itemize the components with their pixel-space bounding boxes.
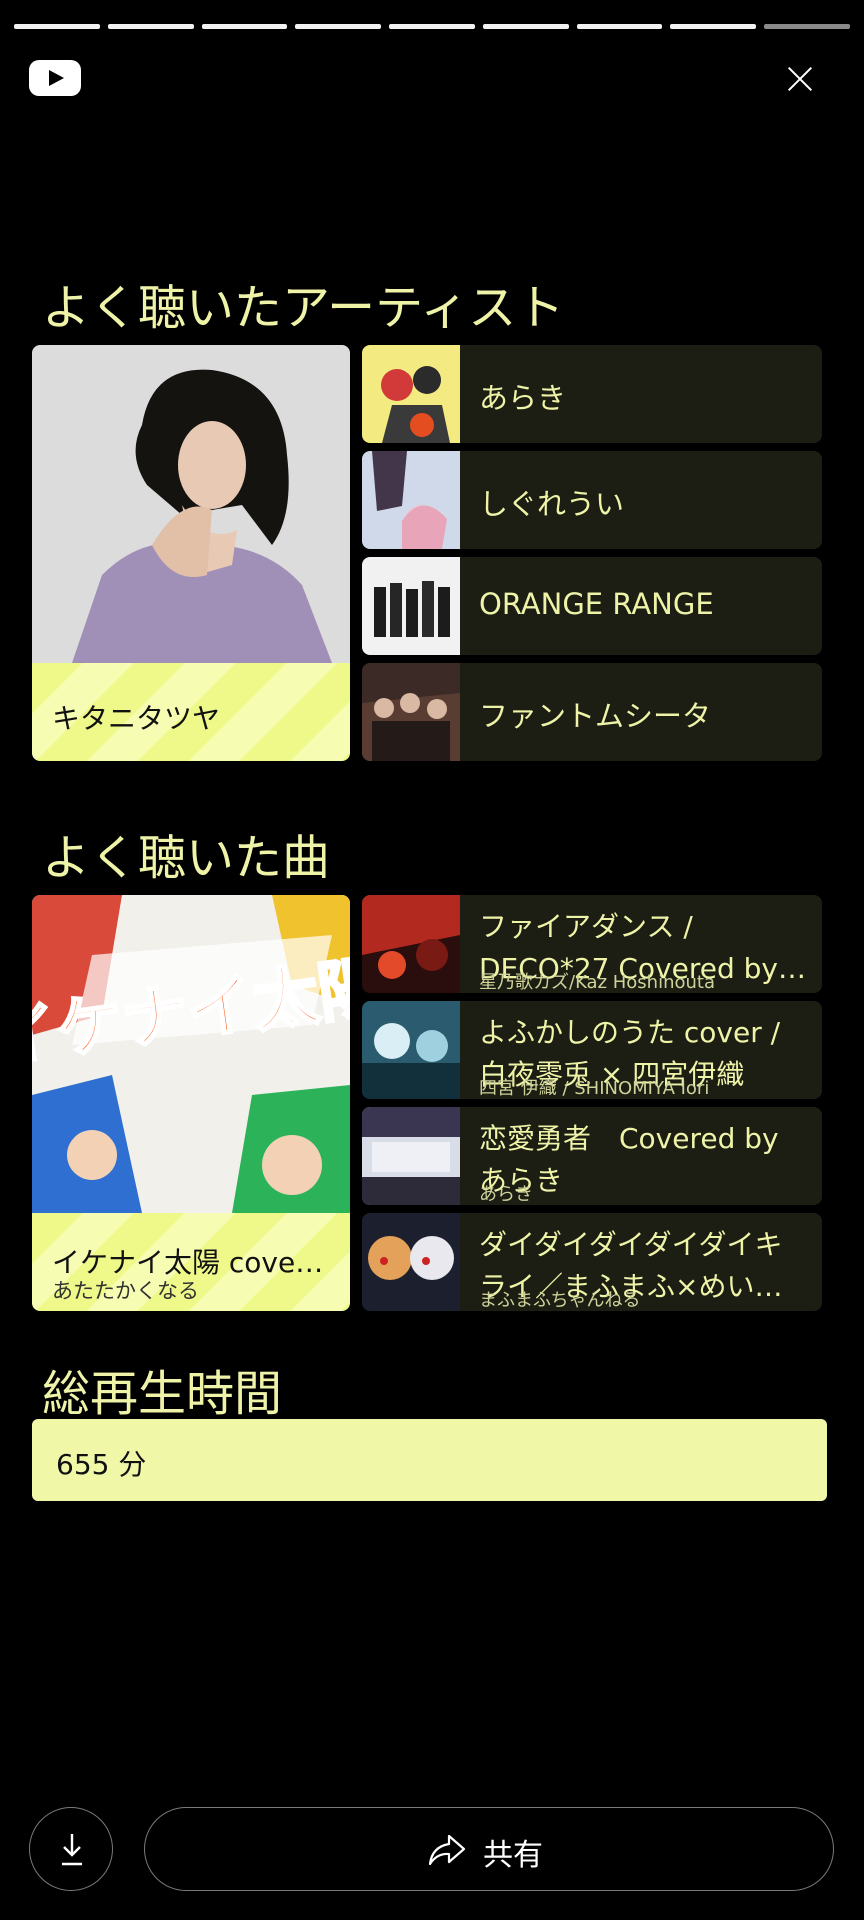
artist-row[interactable]: しぐれうい bbox=[362, 451, 822, 549]
close-icon[interactable] bbox=[780, 59, 820, 99]
progress-segment bbox=[482, 24, 569, 29]
song-title-line1: ファイアダンス / bbox=[479, 910, 693, 943]
song-title-line1: よふかしのうた cover / bbox=[479, 1016, 781, 1049]
total-playtime-title: 総再生時間 bbox=[42, 1366, 283, 1422]
artists-section-title: よく聴いたアーティスト bbox=[42, 280, 565, 336]
song-row[interactable]: 恋愛勇者 Covered by あらき あらき bbox=[362, 1107, 822, 1205]
top-artist-name: キタニタツヤ bbox=[52, 702, 221, 735]
top-song-label-area: イケナイ太陽 cover / あたたかくなる あたたかくなる bbox=[32, 1213, 350, 1311]
top-song-artwork: イケナイ太陽 bbox=[32, 895, 350, 1213]
story-progress-bar bbox=[14, 24, 851, 29]
song-row[interactable]: ダイダイダイダイダイキ ライ／まふまふ×めいちゃん まふまふちゃんねる bbox=[362, 1213, 822, 1311]
download-button[interactable] bbox=[29, 1807, 113, 1891]
song-thumbnail bbox=[362, 1001, 460, 1099]
top-artist-label-area: キタニタツヤ bbox=[32, 663, 350, 761]
share-button[interactable]: 共有 bbox=[144, 1807, 834, 1891]
song-title-line1: 恋愛勇者 Covered by bbox=[479, 1122, 779, 1155]
song-channel: あらき bbox=[479, 1184, 533, 1205]
share-label: 共有 bbox=[483, 1838, 543, 1873]
progress-segment bbox=[389, 24, 475, 29]
song-title-line1: ダイダイダイダイダイキ bbox=[479, 1228, 783, 1261]
artist-row[interactable]: あらき bbox=[362, 345, 822, 443]
songs-section-title: よく聴いた曲 bbox=[42, 830, 331, 886]
song-channel: 星乃歌カズ/Kaz Hoshinouta bbox=[479, 972, 716, 993]
song-channel: まふまふちゃんねる bbox=[479, 1290, 641, 1311]
top-artist-photo bbox=[32, 345, 350, 663]
artist-row[interactable]: ORANGE RANGE bbox=[362, 557, 822, 655]
share-arrow-icon bbox=[428, 1834, 466, 1866]
progress-segment bbox=[670, 24, 757, 29]
song-channel: 四宮 伊織 / SHINOMIYA Iori bbox=[479, 1078, 710, 1099]
artist-thumbnail bbox=[362, 451, 460, 549]
top-song-card[interactable]: イケナイ太陽 イケナイ太陽 cover / あたたかくなる あたたかくなる bbox=[32, 895, 350, 1311]
artist-row[interactable]: ファントムシータ bbox=[362, 663, 822, 761]
download-icon bbox=[62, 1834, 82, 1866]
progress-segment bbox=[107, 24, 194, 29]
song-thumbnail bbox=[362, 1107, 460, 1205]
song-row[interactable]: よふかしのうた cover / 白夜零兎 × 四宮伊織 四宮 伊織 / SHIN… bbox=[362, 1001, 822, 1099]
song-row[interactable]: ファイアダンス / DECO*27 Covered by 星乃歌カズ 星乃歌カズ… bbox=[362, 895, 822, 993]
song-thumbnail bbox=[362, 895, 460, 993]
progress-segment bbox=[14, 24, 100, 29]
artist-name: ファントムシータ bbox=[479, 699, 712, 733]
artist-name: あらき bbox=[479, 381, 567, 415]
artist-thumbnail bbox=[362, 557, 460, 655]
artist-thumbnail bbox=[362, 663, 460, 761]
artist-thumbnail bbox=[362, 345, 460, 443]
progress-segment bbox=[295, 24, 382, 29]
total-playtime-value: 655 分 bbox=[56, 1448, 147, 1481]
top-song-channel: あたたかくなる bbox=[52, 1279, 199, 1303]
youtube-logo-icon bbox=[29, 60, 81, 96]
top-artist-card[interactable]: キタニタツヤ bbox=[32, 345, 350, 761]
song-thumbnail bbox=[362, 1213, 460, 1311]
artist-name: しぐれうい bbox=[479, 487, 625, 521]
total-playtime-box: 655 分 bbox=[32, 1419, 827, 1501]
artist-name: ORANGE RANGE bbox=[479, 587, 714, 621]
progress-segment-current bbox=[764, 24, 851, 29]
progress-segment bbox=[201, 24, 288, 29]
progress-segment bbox=[576, 24, 663, 29]
